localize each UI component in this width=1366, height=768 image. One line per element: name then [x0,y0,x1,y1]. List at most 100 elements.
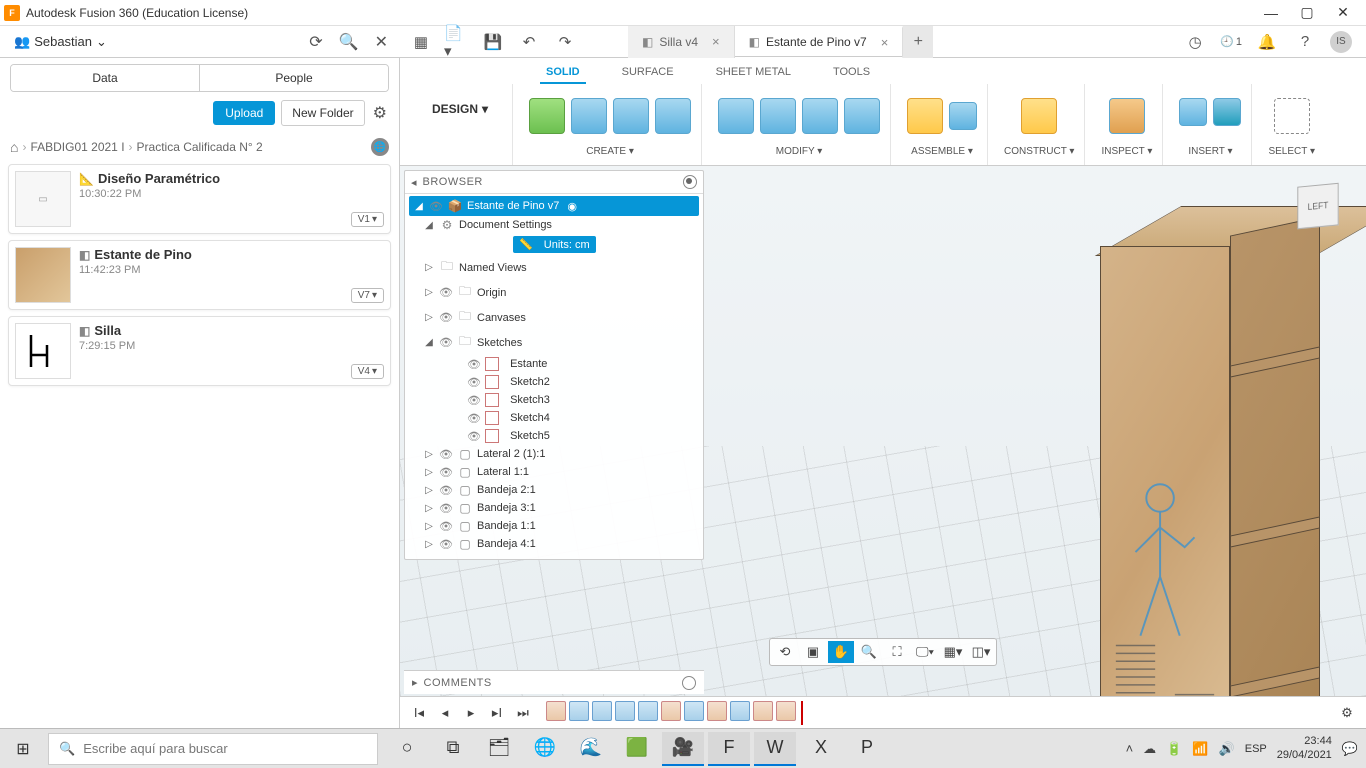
team-dropdown[interactable]: 👥 Sebastian ⌄ [8,30,113,54]
search-box[interactable]: 🔍 Escribe aquí para buscar [48,733,378,765]
minimize-button[interactable]: ― [1262,4,1280,22]
model-bookshelf[interactable] [1100,206,1330,696]
explorer-icon[interactable]: 🗂 [478,732,520,766]
version-badge[interactable]: V1▾ [351,212,384,227]
start-button[interactable]: ⊞ [0,729,46,768]
tab-silla[interactable]: ◧ Silla v4 × [628,26,735,58]
cortana-icon[interactable]: ○ [386,732,428,766]
pan-button[interactable]: ✋ [828,641,854,663]
help-icon[interactable]: ? [1292,29,1318,55]
timeline-end[interactable]: ⏭ [512,702,534,724]
zoom-icon[interactable]: 🎥 [662,732,704,766]
battery-icon[interactable]: 🔋 [1166,741,1182,757]
timeline-feature[interactable] [638,701,658,721]
grid-button[interactable]: ▦▾ [940,641,966,663]
file-menu-icon[interactable]: 📄▾ [444,29,470,55]
combine-button[interactable] [844,98,880,134]
close-icon[interactable]: × [712,34,720,49]
notifications-icon[interactable]: 🔔 [1254,29,1280,55]
timeline-feature[interactable] [753,701,773,721]
timeline-prev[interactable]: ◂ [434,702,456,724]
timeline-settings[interactable]: ⚙ [1336,702,1358,724]
new-tab-button[interactable]: + [903,26,933,58]
timeline-play[interactable]: ▸ [460,702,482,724]
fit-button[interactable]: ⛶ [884,641,910,663]
select-button[interactable] [1274,98,1310,134]
sketch-button[interactable] [529,98,565,134]
file-card[interactable]: ◧Estante de Pino 11:42:23 PM V7▾ [8,240,391,310]
hole-button[interactable] [655,98,691,134]
pin-toggle[interactable] [683,175,697,189]
globe-icon[interactable]: 🌐 [371,138,389,156]
extrude-button[interactable] [571,98,607,134]
onedrive-icon[interactable]: ☁ [1143,741,1156,757]
joint-button[interactable] [949,102,977,130]
tab-data[interactable]: Data [11,65,199,91]
timeline-feature[interactable] [730,701,750,721]
tree-item-units[interactable]: 📏 Units: cm [513,236,596,253]
timeline-feature[interactable] [661,701,681,721]
zoom-button[interactable]: 🔍 [856,641,882,663]
ribbon-tab-tools[interactable]: TOOLS [827,62,876,84]
orbit-button[interactable]: ⟲ [772,641,798,663]
tree-item[interactable]: ▷👁▢Bandeja 3:1 [409,499,699,517]
decal-button[interactable] [1213,98,1241,126]
wifi-icon[interactable]: 📶 [1192,741,1208,757]
timeline-feature[interactable] [684,701,704,721]
fillet-button[interactable] [760,98,796,134]
tab-estante[interactable]: ◧ Estante de Pino v7 × [735,26,904,58]
viewcube-face[interactable]: LEFT [1297,183,1338,229]
grid-icon[interactable]: ▦ [408,29,434,55]
volume-icon[interactable]: 🔊 [1219,741,1235,757]
ribbon-tab-sheetmetal[interactable]: SHEET METAL [710,62,797,84]
display-button[interactable]: 🖵▾ [912,641,938,663]
revolve-button[interactable] [613,98,649,134]
viewport-button[interactable]: ◫▾ [968,641,994,663]
timeline-feature[interactable] [615,701,635,721]
collapse-icon[interactable]: ◂ [411,176,417,189]
version-badge[interactable]: V7▾ [351,288,384,303]
chrome-icon[interactable]: 🌐 [524,732,566,766]
timeline-feature[interactable] [592,701,612,721]
upload-button[interactable]: Upload [213,101,275,125]
crumb-2[interactable]: Practica Calificada N° 2 [137,140,263,154]
tree-item[interactable]: ▷👁🗀Canvases [409,305,699,330]
timeline-feature[interactable] [776,701,796,721]
clock[interactable]: 23:44 29/04/2021 [1277,735,1332,761]
excel-icon[interactable]: X [800,732,842,766]
tree-item[interactable]: ◢👁🗀Sketches [409,330,699,355]
timeline-feature[interactable] [569,701,589,721]
taskview-icon[interactable]: ⧉ [432,732,474,766]
tree-item[interactable]: ◢⚙Document Settings [409,216,699,234]
home-icon[interactable]: ⌂ [10,139,18,155]
tree-root[interactable]: ◢ 👁 📦 Estante de Pino v7 ◉ [409,196,699,216]
new-folder-button[interactable]: New Folder [281,100,364,126]
plane-button[interactable] [1021,98,1057,134]
timeline-next[interactable]: ▸I [486,702,508,724]
expand-icon[interactable]: ◢ [413,201,425,212]
save-icon[interactable]: 💾 [480,29,506,55]
crumb-1[interactable]: FABDIG01 2021 I [30,140,124,154]
timeline-marker[interactable] [801,701,803,725]
workspace-dropdown[interactable]: DESIGN ▾ [418,88,502,130]
search-icon[interactable]: 🔍 [335,30,363,54]
panel-close-icon[interactable]: ✕ [371,30,392,54]
version-badge[interactable]: V4▾ [351,364,384,379]
refresh-icon[interactable]: ⟳ [305,30,326,54]
close-button[interactable]: ✕ [1334,4,1352,22]
file-card[interactable]: ▭ 📐Diseño Paramétrico 10:30:22 PM V1▾ [8,164,391,234]
tree-item[interactable]: ▷👁🗀Origin [409,280,699,305]
language-indicator[interactable]: ESP [1245,743,1267,755]
tray-expand-icon[interactable]: ˄ [1126,741,1134,756]
fusion-icon[interactable]: F [708,732,750,766]
timeline-start[interactable]: I◂ [408,702,430,724]
user-avatar[interactable]: IS [1330,31,1352,53]
tree-item[interactable]: ▷👁▢Bandeja 2:1 [409,481,699,499]
maximize-button[interactable]: ▢ [1298,4,1316,22]
ribbon-tab-solid[interactable]: SOLID [540,62,586,84]
tree-item[interactable]: ▷👁▢Bandeja 1:1 [409,517,699,535]
notifications-icon[interactable]: 💬 [1342,741,1358,757]
ribbon-tab-surface[interactable]: SURFACE [616,62,680,84]
eye-icon[interactable]: 👁 [429,200,443,213]
tree-item[interactable]: ▷👁▢Lateral 1:1 [409,463,699,481]
